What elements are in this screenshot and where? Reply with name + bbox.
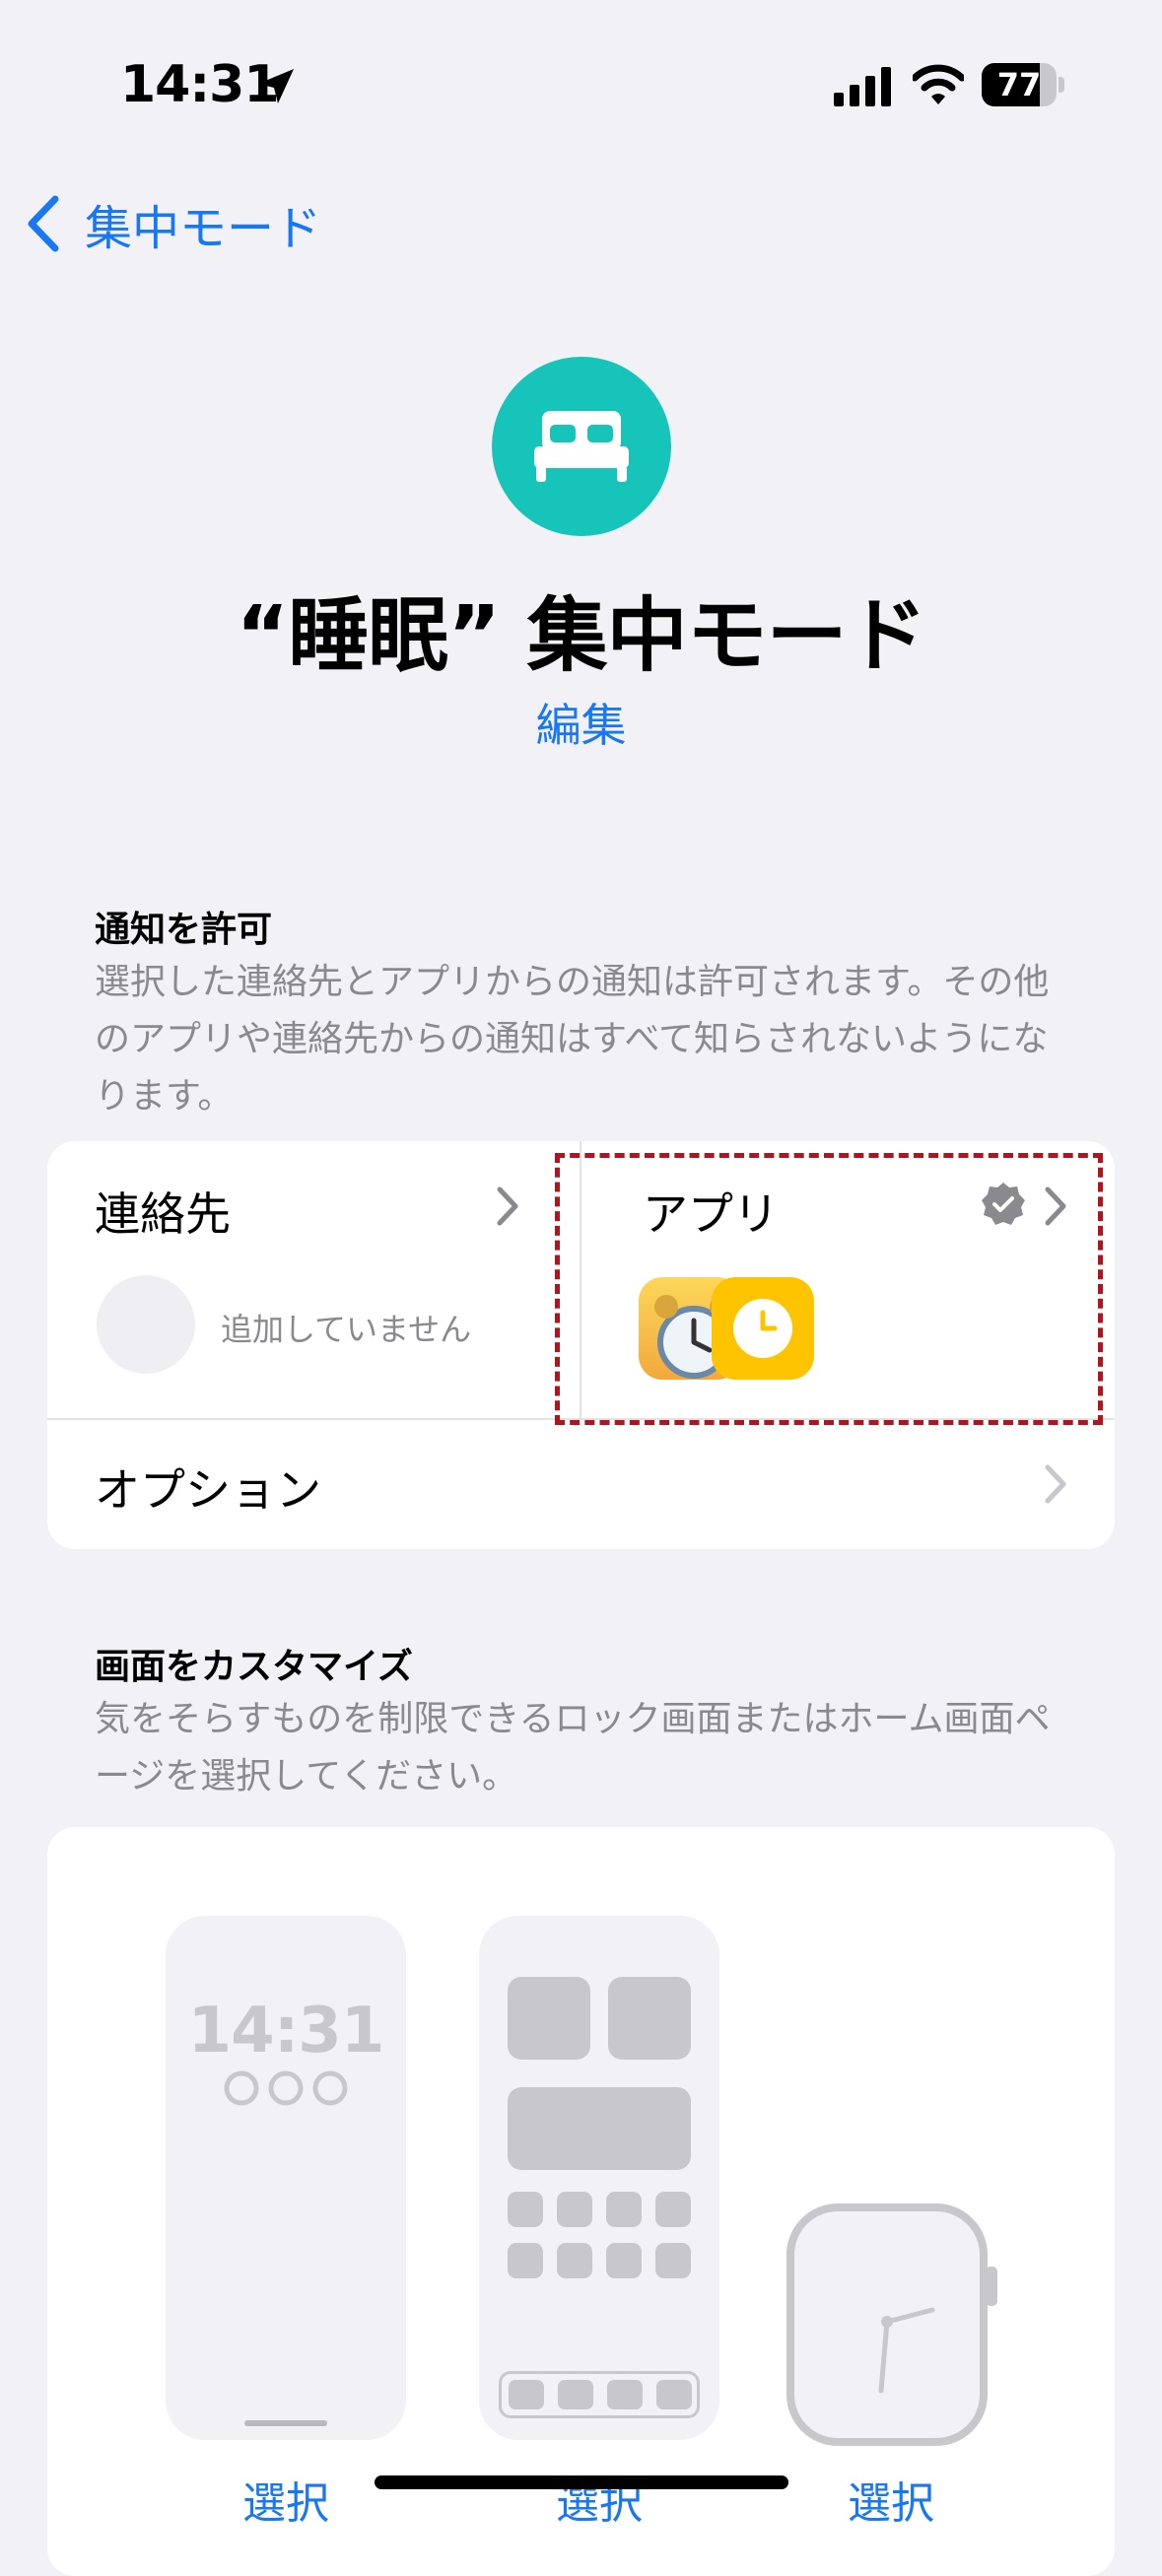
lock-screen-time: 14:31 xyxy=(187,1995,385,2068)
ghost-widget xyxy=(508,2087,691,2170)
ghost-app xyxy=(508,2192,543,2227)
ghost-app xyxy=(606,2192,642,2227)
ghost-app xyxy=(655,2192,691,2227)
contacts-empty-text: 追加していません xyxy=(221,1311,472,1348)
wifi-icon xyxy=(913,64,964,104)
bed-icon xyxy=(534,411,629,482)
lock-widget-circles xyxy=(224,2070,348,2106)
empty-avatar xyxy=(97,1275,195,1374)
ghost-dock-app xyxy=(509,2380,544,2409)
chevron-right-icon xyxy=(497,1186,518,1226)
home-screen-preview[interactable] xyxy=(479,1916,719,2440)
ghost-widget xyxy=(508,1977,590,2060)
ghost-app xyxy=(508,2243,543,2278)
cellular-signal-icon xyxy=(834,67,891,106)
ghost-dock-app xyxy=(607,2380,643,2409)
edit-button[interactable]: 編集 xyxy=(0,690,1162,755)
page-title: “睡眠” 集中モード xyxy=(236,589,926,683)
allow-section-title: 通知を許可 xyxy=(95,910,273,950)
sleep-focus-icon xyxy=(492,357,671,536)
highlight-dashed-box xyxy=(555,1153,1103,1425)
location-arrow-icon xyxy=(258,69,294,103)
allow-section-description: 選択した連絡先とアプリからの通知は許可されます。その他のアプリや連絡先からの通知… xyxy=(95,962,1050,1117)
back-label: 集中モード xyxy=(85,201,322,256)
battery-nub xyxy=(1059,77,1064,93)
home-indicator[interactable] xyxy=(375,2475,788,2489)
contacts-label: 連絡先 xyxy=(95,1187,231,1241)
ghost-dock xyxy=(499,2371,700,2418)
watch-face-preview[interactable] xyxy=(785,2202,1005,2448)
watch-face-select-button[interactable]: 選択 xyxy=(773,2468,1009,2531)
chevron-right-icon xyxy=(1045,1464,1066,1504)
battery-indicator: 77 xyxy=(982,63,1064,106)
ghost-dock-app xyxy=(558,2380,593,2409)
ghost-app xyxy=(557,2243,592,2278)
customize-section-title: 画面をカスタマイズ xyxy=(95,1647,413,1687)
ghost-dock-app xyxy=(656,2380,692,2409)
ghost-widget xyxy=(608,1977,691,2060)
chevron-left-icon xyxy=(28,195,59,252)
ghost-app xyxy=(655,2243,691,2278)
back-button[interactable]: 集中モード xyxy=(24,189,321,258)
customize-section-description: 気をそらすものを制限できるロック画面またはホーム画面ページを選択してください。 xyxy=(95,1699,1051,1796)
battery-percent: 77 xyxy=(996,66,1042,103)
lock-screen-select-button[interactable]: 選択 xyxy=(168,2468,404,2531)
ghost-app xyxy=(606,2243,642,2278)
options-label: オプション xyxy=(95,1463,321,1517)
ghost-app xyxy=(557,2192,592,2227)
battery-body: 77 xyxy=(982,63,1057,106)
lock-home-bar xyxy=(244,2420,327,2426)
